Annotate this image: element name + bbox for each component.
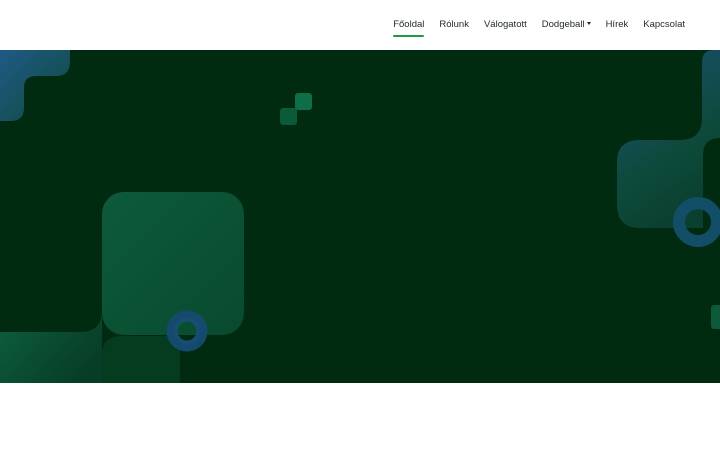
nav-item-dodgeball[interactable]: Dodgeball bbox=[542, 16, 591, 35]
main-nav: Főoldal Rólunk Válogatott Dodgeball Híre… bbox=[393, 0, 685, 50]
nav-item-label: Dodgeball bbox=[541, 18, 585, 30]
nav-item-label: Hírek bbox=[605, 18, 629, 30]
caret-down-icon bbox=[586, 21, 591, 25]
nav-item-label: Főoldal bbox=[393, 18, 425, 30]
page: Főoldal Rólunk Válogatott Dodgeball Híre… bbox=[0, 0, 720, 450]
hero-decoration bbox=[0, 50, 720, 383]
content-area bbox=[0, 383, 720, 450]
nav-item-fooldal[interactable]: Főoldal bbox=[393, 16, 425, 37]
nav-item-rolunk[interactable]: Rólunk bbox=[439, 16, 469, 35]
nav-item-valogatott[interactable]: Válogatott bbox=[484, 16, 527, 35]
shape-small-steps bbox=[280, 93, 312, 125]
shape-top-left bbox=[0, 50, 70, 121]
shape-right-edge bbox=[711, 305, 720, 329]
hero-banner bbox=[0, 50, 720, 383]
nav-item-kapcsolat[interactable]: Kapcsolat bbox=[643, 16, 685, 35]
nav-item-label: Rólunk bbox=[439, 18, 469, 30]
site-header: Főoldal Rólunk Válogatott Dodgeball Híre… bbox=[0, 0, 720, 50]
nav-item-label: Kapcsolat bbox=[643, 18, 685, 30]
nav-item-hirek[interactable]: Hírek bbox=[606, 16, 629, 35]
shape-large-square bbox=[102, 192, 244, 335]
nav-item-label: Válogatott bbox=[483, 18, 527, 30]
